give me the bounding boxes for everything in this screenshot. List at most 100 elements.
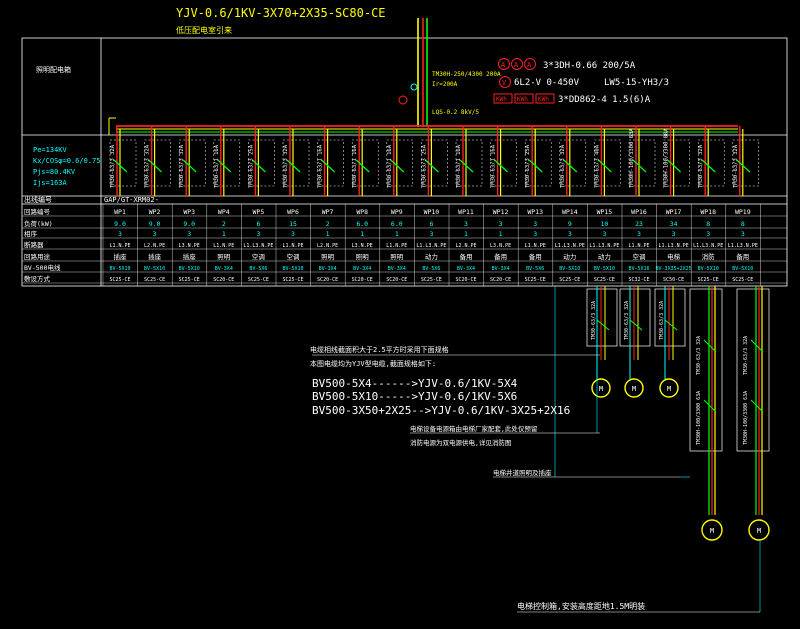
row-label-6: 敷设方式 bbox=[24, 274, 51, 283]
cell-wire: BV-5X10 bbox=[559, 266, 580, 272]
cell-wire: BV-5X10 bbox=[594, 266, 615, 272]
motor-label: M bbox=[757, 527, 761, 535]
branch-breaker-label: TM30-63/1 16A bbox=[214, 144, 220, 188]
cell-id: WP5 bbox=[253, 208, 265, 216]
param-ijs: Ijs=163A bbox=[33, 179, 68, 187]
cell-ph: 1 bbox=[395, 230, 399, 238]
cell-load: 9.0 bbox=[114, 220, 126, 228]
cell-wire: BV-3X4 bbox=[388, 266, 406, 272]
cell-id: WP14 bbox=[562, 208, 578, 216]
cell-lay: SC25-CE bbox=[282, 277, 303, 283]
left-first-label: 出线编号 bbox=[24, 195, 52, 204]
cell-load: 9.0 bbox=[149, 220, 161, 228]
cell-lay: SC20-CE bbox=[352, 277, 373, 283]
incoming-cable-label: YJV-0.6/1KV-3X70+2X35-SC80-CE bbox=[176, 6, 386, 20]
cell-lay: SC25-CE bbox=[525, 277, 546, 283]
ct-label: 3*3DH-0.66 200/5A bbox=[543, 61, 636, 71]
cell-wire: BV-3X4 bbox=[319, 266, 337, 272]
cell-wire: BV-5X10 bbox=[698, 266, 719, 272]
sub-panel-breaker-label: TM30-63/3 32A bbox=[624, 301, 630, 340]
cell-use: 备用 bbox=[736, 252, 749, 261]
branch-wp4: TM30-63/1 16A bbox=[213, 126, 241, 196]
cell-id: WP18 bbox=[700, 208, 716, 216]
table-header-label: GAP/GT-XRM02- bbox=[104, 196, 159, 204]
cell-breaker: L3.N.PE bbox=[352, 243, 373, 249]
cell-lay: SC25-CE bbox=[421, 277, 442, 283]
cell-breaker: L3.N.PE bbox=[179, 243, 200, 249]
notes: 电缆相线截面积大于2.5平方时采用下面规格 本图电缆均为YJV型电缆,截面规格如… bbox=[310, 345, 760, 613]
sub-panel-small: TM30-63/3 32A M bbox=[654, 286, 686, 398]
cell-breaker: L1.L3.N.PE bbox=[555, 243, 585, 249]
cell-lay: SC20-CE bbox=[317, 277, 338, 283]
branch-wp19: TM30-63/3 32A bbox=[732, 126, 760, 196]
cell-id: WP4 bbox=[218, 208, 230, 216]
cell-breaker: L1.N.PE bbox=[628, 243, 649, 249]
cell-wire: BV-3X4 bbox=[215, 266, 233, 272]
cell-ph: 1 bbox=[464, 230, 468, 238]
cell-use: 备用 bbox=[460, 252, 473, 261]
branch-wp1: TM30-63/3 32A bbox=[109, 126, 137, 196]
branch-breaker-label: TM30-63/1 16A bbox=[318, 144, 324, 188]
branch-breaker-label: TM30-63/1 16A bbox=[352, 144, 358, 188]
cell-load: 34 bbox=[670, 220, 678, 228]
sub-panel-large: TM30-63/3 32A TM30H-100/3300 63A M bbox=[736, 286, 770, 541]
cell-lay: SC20-CE bbox=[386, 277, 407, 283]
cell-ph: 3 bbox=[153, 230, 157, 238]
cell-wire: BV-5X6 bbox=[422, 266, 440, 272]
cell-breaker: L3.N.PE bbox=[490, 243, 511, 249]
cell-ph: 3 bbox=[187, 230, 191, 238]
cell-ph: 1 bbox=[360, 230, 364, 238]
incoming-breaker-label: TM30H-250/4300 200A bbox=[432, 71, 501, 78]
cell-wire: BV-5X6 bbox=[526, 266, 544, 272]
cell-use: 备用 bbox=[529, 252, 542, 261]
cell-lay: SC20-CE bbox=[455, 277, 476, 283]
cell-ph: 3 bbox=[672, 230, 676, 238]
branch-breaker-label: TM30-63/3 32A bbox=[283, 144, 289, 188]
cell-lay: SC20-CE bbox=[490, 277, 511, 283]
cell-use: 空调 bbox=[287, 252, 300, 261]
branch-wp15: TM30-63/3 40A bbox=[594, 126, 621, 196]
cell-use: 照明 bbox=[321, 253, 335, 261]
branch-wp5: TM30-63/3 25A bbox=[248, 126, 275, 196]
cell-breaker: L1.L3.N.PE bbox=[243, 243, 273, 249]
cell-lay: SC20-CE bbox=[213, 277, 234, 283]
branch-wp17: TM30H-100/3300 80A bbox=[663, 126, 690, 196]
cell-id: WP16 bbox=[631, 208, 647, 216]
cell-load: 15 bbox=[289, 220, 297, 228]
branch-circuits: TM30-63/3 32A TM30-63/3 32A TM30-63/3 32A T… bbox=[109, 126, 760, 196]
sub-panel-breaker-label: TM30-63/3 32A bbox=[659, 301, 665, 340]
cell-ph: 3 bbox=[118, 230, 122, 238]
cell-load: 23 bbox=[635, 220, 643, 228]
kwh-label: 3*DD862-4 1.5(6)A bbox=[558, 95, 651, 105]
branch-wp10: TM30-63/3 25A bbox=[421, 126, 448, 196]
cell-id: WP15 bbox=[597, 208, 613, 216]
cell-ph: 3 bbox=[256, 230, 260, 238]
cell-breaker: L1.L3.N.PE bbox=[416, 243, 446, 249]
cell-use: 消防 bbox=[702, 252, 716, 261]
cell-lay: SC25-CE bbox=[559, 277, 580, 283]
cell-wire: BV-5X10 bbox=[144, 266, 165, 272]
cell-id: WP12 bbox=[493, 208, 509, 216]
kwh-3: KWh bbox=[538, 96, 549, 103]
branch-breaker-label: TM30-63/3 25A bbox=[421, 144, 427, 188]
branch-wp14: TM30-63/3 32A bbox=[559, 126, 587, 196]
cell-use: 插座 bbox=[148, 252, 162, 261]
cell-ph: 3 bbox=[429, 230, 433, 238]
branch-breaker-label: TM30-63/3 32A bbox=[698, 144, 704, 188]
cell-id: WP8 bbox=[356, 208, 368, 216]
cell-load: 3 bbox=[533, 220, 537, 228]
source-label: 低压配电室引来 bbox=[176, 25, 232, 35]
cell-load: 6 bbox=[256, 220, 260, 228]
ammeter-a3: A bbox=[527, 61, 532, 69]
cell-ph: 3 bbox=[533, 230, 537, 238]
cell-id: WP13 bbox=[527, 208, 543, 216]
cell-use: 照明 bbox=[217, 253, 231, 261]
cell-load: 2 bbox=[222, 220, 226, 228]
cell-wire: BV-5X6 bbox=[249, 266, 267, 272]
row-label-1: 负荷(kW) bbox=[24, 219, 53, 228]
cell-ph: 3 bbox=[602, 230, 606, 238]
row-label-5: BV-500电线 bbox=[24, 263, 61, 272]
cell-use: 空调 bbox=[633, 252, 646, 261]
cell-ph: 3 bbox=[568, 230, 572, 238]
cell-ph: 1 bbox=[499, 230, 503, 238]
